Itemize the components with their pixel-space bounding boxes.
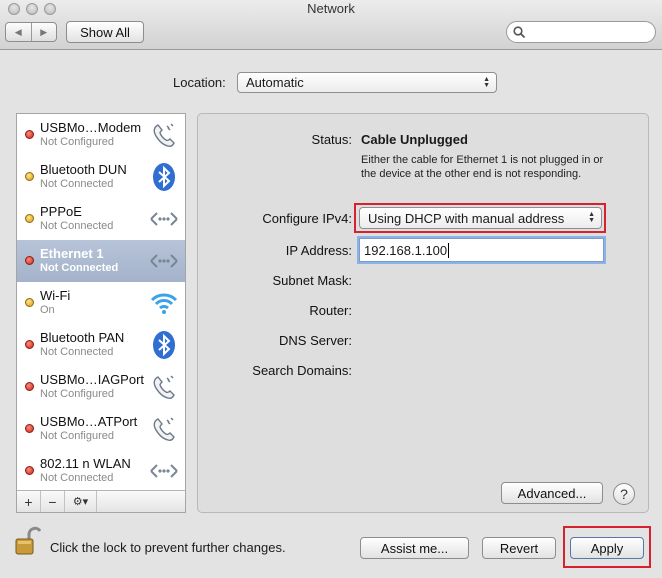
lock-icon[interactable] <box>15 526 41 556</box>
location-label: Location: <box>173 75 226 90</box>
wifi-icon <box>149 288 179 318</box>
sidebar-item-ethernet-1[interactable]: Ethernet 1 Not Connected <box>17 240 185 282</box>
status-dot <box>25 340 34 349</box>
status-dot <box>25 382 34 391</box>
status-dot <box>25 214 34 223</box>
sidebar-item-802-11-n-wlan[interactable]: 802.11 n WLAN Not Connected <box>17 450 185 492</box>
service-status: Not Connected <box>40 346 114 358</box>
ethernet-arrows-icon <box>149 246 179 276</box>
show-all-button[interactable]: Show All <box>66 21 144 43</box>
ethernet-arrows-icon <box>149 456 179 486</box>
service-name: Ethernet 1 <box>40 246 104 261</box>
sidebar-item-usbmo-atport[interactable]: USBMo…ATPort Not Configured <box>17 408 185 450</box>
ip-address-field[interactable]: 192.168.1.100 <box>359 238 604 262</box>
location-value: Automatic <box>246 75 304 90</box>
status-value: Cable Unplugged <box>361 132 468 147</box>
popup-arrows-icon: ▲ ▼ <box>483 75 490 89</box>
service-name: USBMo…IAGPort <box>40 372 145 387</box>
service-status: Not Connected <box>40 472 114 484</box>
service-list: USBMo…Modem Not Configured Bluetooth DUN No… <box>16 113 186 513</box>
status-dot <box>25 466 34 475</box>
location-popup[interactable]: Automatic ▲ ▼ <box>237 72 497 93</box>
status-dot <box>25 298 34 307</box>
ethernet-arrows-icon <box>149 204 179 234</box>
service-name: 802.11 n WLAN <box>40 456 131 471</box>
back-forward-control[interactable]: ◀ ▶ <box>5 22 57 42</box>
phone-icon <box>149 372 179 402</box>
service-status: Not Configured <box>40 388 114 400</box>
sidebar-item-wi-fi[interactable]: Wi-Fi On <box>17 282 185 324</box>
ip-address-label: IP Address: <box>285 243 352 258</box>
sidebar-item-usbmo-modem[interactable]: USBMo…Modem Not Configured <box>17 114 185 156</box>
configure-ipv4-label: Configure IPv4: <box>262 211 352 226</box>
gear-menu-button[interactable]: ⚙▾ <box>65 491 97 512</box>
search-input[interactable] <box>506 21 656 43</box>
dns-server-label: DNS Server: <box>279 333 352 348</box>
service-name: Wi-Fi <box>40 288 71 303</box>
service-list-footer: + − ⚙▾ <box>17 490 185 512</box>
back-icon[interactable]: ◀ <box>6 23 32 41</box>
subnet-mask-label: Subnet Mask: <box>272 273 353 288</box>
status-dot <box>25 172 34 181</box>
ip-address-value: 192.168.1.100 <box>364 242 448 258</box>
remove-service-button[interactable]: − <box>41 491 65 512</box>
service-name: USBMo…ATPort <box>40 414 138 429</box>
search-icon <box>513 26 526 39</box>
status-dot <box>25 130 34 139</box>
add-service-button[interactable]: + <box>17 491 41 512</box>
forward-icon[interactable]: ▶ <box>32 23 57 41</box>
lock-text: Click the lock to prevent further change… <box>50 540 286 555</box>
bluetooth-icon <box>149 330 179 360</box>
sidebar-item-bluetooth-pan[interactable]: Bluetooth PAN Not Connected <box>17 324 185 366</box>
advanced-button[interactable]: Advanced... <box>501 482 603 504</box>
router-label: Router: <box>309 303 352 318</box>
bluetooth-icon <box>149 162 179 192</box>
text-caret <box>448 242 450 258</box>
service-status: Not Connected <box>40 178 114 190</box>
search-domains-label: Search Domains: <box>252 363 352 378</box>
configure-ipv4-highlight <box>354 203 606 233</box>
sidebar-item-bluetooth-dun[interactable]: Bluetooth DUN Not Connected <box>17 156 185 198</box>
status-description: Either the cable for Ethernet 1 is not p… <box>361 154 604 180</box>
phone-icon <box>149 414 179 444</box>
status-dot <box>25 256 34 265</box>
sidebar-item-pppoe[interactable]: PPPoE Not Connected <box>17 198 185 240</box>
service-status: Not Configured <box>40 430 114 442</box>
help-button[interactable]: ? <box>613 483 635 505</box>
phone-icon <box>149 120 179 150</box>
service-name: USBMo…Modem <box>40 120 142 135</box>
service-name: Bluetooth DUN <box>40 162 127 177</box>
service-name: PPPoE <box>40 204 82 219</box>
toolbar: Network ◀ ▶ Show All <box>0 0 662 50</box>
service-name: Bluetooth PAN <box>40 330 125 345</box>
service-status: Not Connected <box>40 220 114 232</box>
service-status: On <box>40 304 55 316</box>
sidebar-item-usbmo-iagport[interactable]: USBMo…IAGPort Not Configured <box>17 366 185 408</box>
revert-button[interactable]: Revert <box>482 537 556 559</box>
status-dot <box>25 424 34 433</box>
window-title: Network <box>307 1 355 16</box>
apply-highlight <box>563 526 651 568</box>
assist-me-button[interactable]: Assist me... <box>360 537 469 559</box>
service-status: Not Connected <box>40 262 119 274</box>
service-status: Not Configured <box>40 136 114 148</box>
status-label: Status: <box>311 132 352 147</box>
